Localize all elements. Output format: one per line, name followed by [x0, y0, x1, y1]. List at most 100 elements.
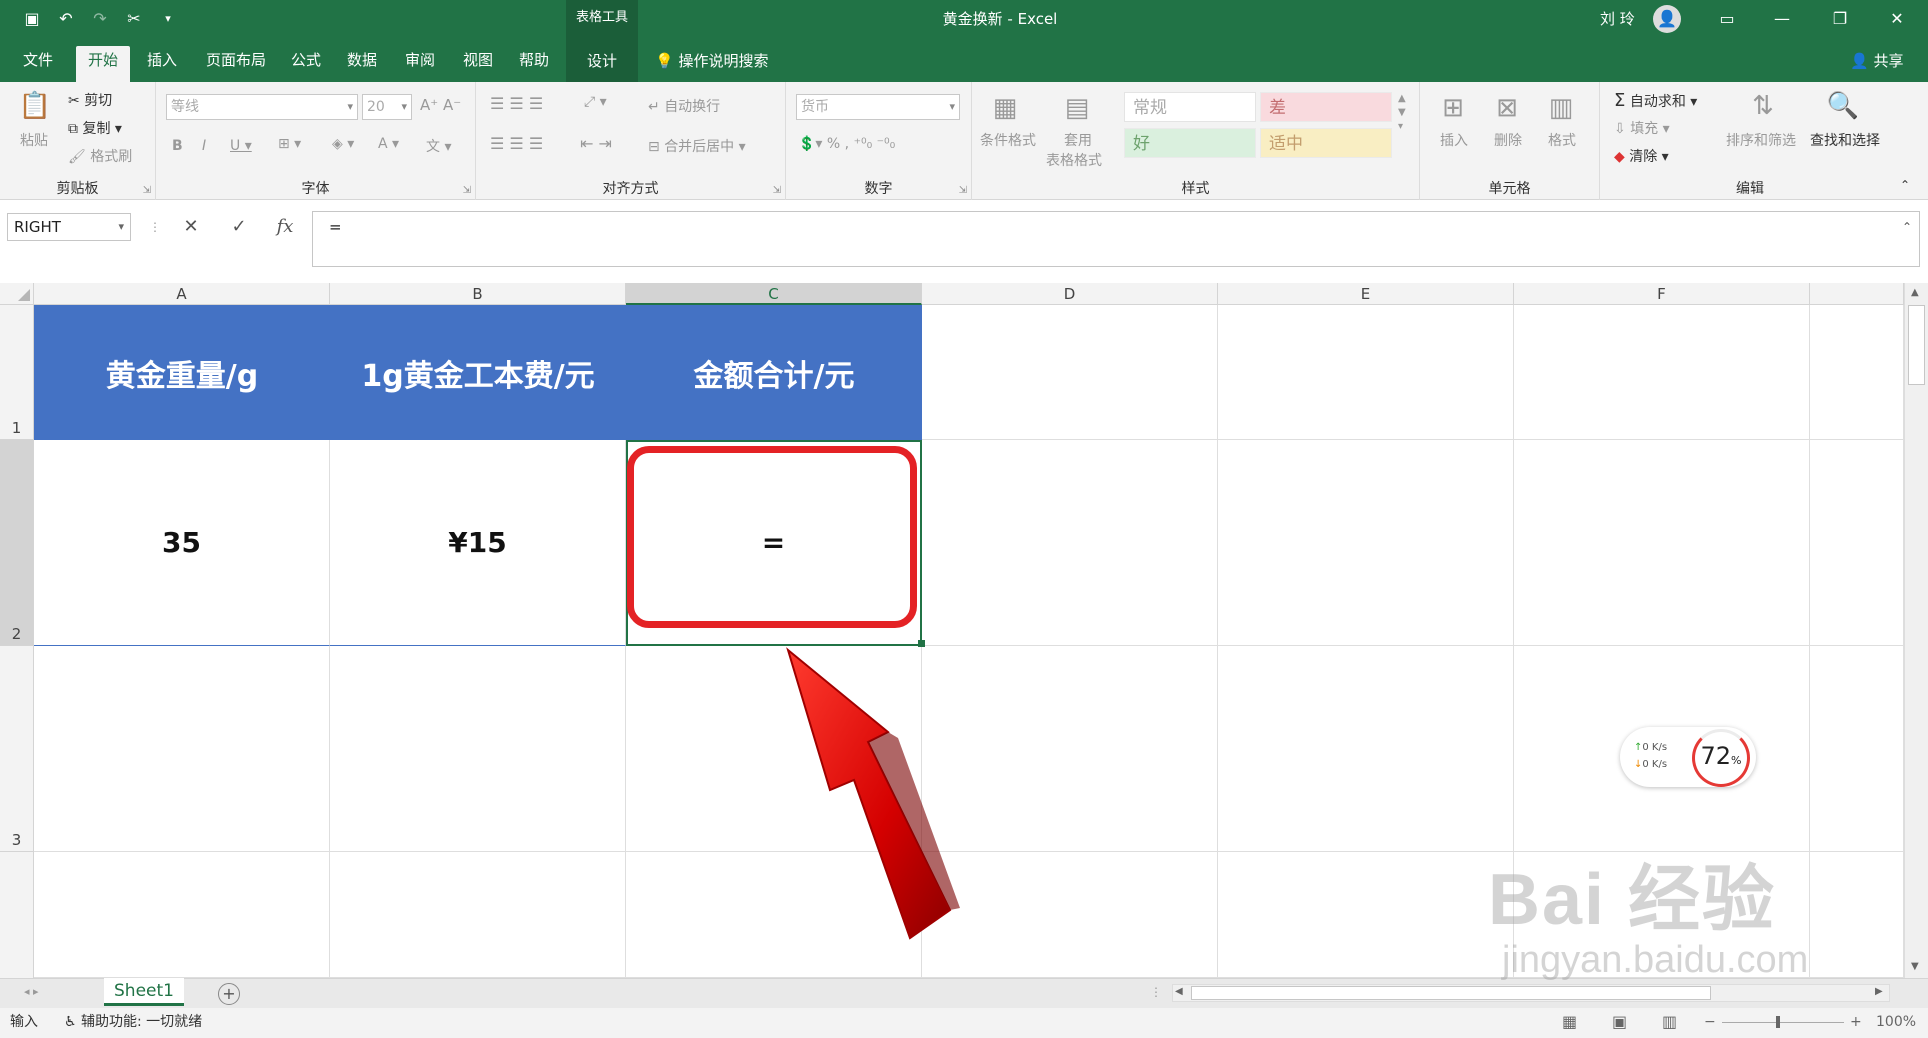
add-sheet-icon[interactable]: + [218, 983, 240, 1005]
scroll-down-icon[interactable]: ▼ [1911, 961, 1919, 972]
wrap-text-button[interactable]: ↵ 自动换行 [648, 96, 720, 116]
cut-button[interactable]: ✂ 剪切 [68, 90, 112, 110]
orientation-icon[interactable]: ⤢ ▾ [584, 94, 607, 110]
zoom-in-icon[interactable]: + [1850, 1008, 1862, 1036]
ribbon-display-icon[interactable]: ▭ [1702, 0, 1752, 38]
cell-a1[interactable]: 黄金重量/g [34, 305, 330, 440]
row-header-1[interactable]: 1 [0, 305, 34, 440]
cell-a4[interactable] [34, 852, 330, 978]
accessibility-status[interactable]: ♿ 辅助功能: 一切就绪 [64, 1008, 202, 1036]
find-select-icon[interactable]: 🔍 [1824, 88, 1862, 124]
expand-formula-icon[interactable]: ⌃ [1892, 213, 1922, 241]
insert-cells-label[interactable]: 插入 [1440, 130, 1468, 150]
zoom-out-icon[interactable]: − [1704, 1008, 1716, 1036]
cell-b4[interactable] [330, 852, 626, 978]
avatar[interactable]: 👤 [1653, 5, 1681, 33]
column-header-f[interactable]: F [1514, 283, 1810, 305]
format-cells-icon[interactable]: ▥ [1542, 90, 1580, 126]
indent-icon[interactable]: ⇤ ⇥ [580, 134, 612, 153]
format-as-table-label-2[interactable]: 表格格式 [1046, 150, 1102, 170]
copy-button[interactable]: ⧉ 复制 ▾ [68, 118, 122, 138]
styles-scroll-icon[interactable]: ▲ ▼ ▾ [1398, 92, 1406, 134]
tab-insert[interactable]: 插入 [138, 46, 186, 82]
tab-view[interactable]: 视图 [454, 46, 502, 82]
column-header-a[interactable]: A [34, 283, 330, 305]
scroll-up-icon[interactable]: ▲ [1911, 287, 1919, 298]
restore-icon[interactable]: ❐ [1815, 0, 1865, 38]
tab-help[interactable]: 帮助 [510, 46, 558, 82]
scroll-right-icon[interactable]: ▶ [1875, 986, 1883, 997]
delete-cells-icon[interactable]: ⊠ [1488, 90, 1526, 126]
row-header-4[interactable] [0, 852, 34, 978]
tab-home[interactable]: 开始 [76, 46, 130, 82]
page-layout-view-icon[interactable]: ▣ [1612, 1008, 1627, 1036]
phonetic-icon[interactable]: 文 ▾ [426, 136, 451, 156]
font-name-dropdown[interactable]: 等线 [166, 94, 358, 120]
column-header-d[interactable]: D [922, 283, 1218, 305]
redo-icon[interactable]: ↷ [88, 6, 112, 30]
find-select-label[interactable]: 查找和选择 [1810, 130, 1880, 150]
paste-label[interactable]: 粘贴 [20, 130, 48, 150]
cell-d3[interactable] [922, 646, 1218, 852]
cell-f2[interactable] [1514, 440, 1810, 646]
insert-cells-icon[interactable]: ⊞ [1434, 90, 1472, 126]
column-header-e[interactable]: E [1218, 283, 1514, 305]
cell-d1[interactable] [922, 305, 1218, 440]
cell-g2[interactable] [1810, 440, 1904, 646]
scroll-left-icon[interactable]: ◀ [1175, 986, 1183, 997]
sort-filter-icon[interactable]: ⇅ [1744, 88, 1782, 124]
conditional-format-icon[interactable]: ▦ [986, 90, 1024, 126]
user-name[interactable]: 刘 玲 [1600, 0, 1635, 38]
cut-icon[interactable]: ✂ [122, 6, 146, 30]
sheet-nav-icon[interactable]: ◂ ▸ [24, 985, 39, 998]
merge-center-button[interactable]: ⊟ 合并后居中 ▾ [648, 136, 746, 156]
borders-icon[interactable]: ⊞ ▾ [278, 136, 301, 152]
cell-e1[interactable] [1218, 305, 1514, 440]
cancel-icon[interactable]: ✕ [176, 213, 206, 241]
close-icon[interactable]: ✕ [1872, 0, 1922, 38]
vertical-scroll-thumb[interactable] [1908, 305, 1925, 385]
insert-function-icon[interactable]: fx [270, 213, 300, 241]
left-align-icon[interactable]: ☰ ☰ ☰ [490, 134, 543, 153]
horizontal-scroll-thumb[interactable] [1191, 986, 1711, 1000]
zoom-level[interactable]: 100% [1876, 1008, 1916, 1036]
enter-icon[interactable]: ✓ [224, 213, 254, 241]
format-cells-label[interactable]: 格式 [1548, 130, 1576, 150]
bold-icon[interactable]: B [172, 138, 183, 154]
row-header-3[interactable]: 3 [0, 646, 34, 852]
share-button[interactable]: 👤 共享 [1850, 38, 1903, 84]
cell-g3[interactable] [1810, 646, 1904, 852]
format-as-table-label-1[interactable]: 套用 [1064, 130, 1092, 150]
alignment-launcher-icon[interactable]: ⇲ [773, 185, 781, 196]
tab-formulas[interactable]: 公式 [282, 46, 330, 82]
page-break-view-icon[interactable]: ▥ [1662, 1008, 1677, 1036]
autosum-button[interactable]: Σ 自动求和 ▾ [1614, 90, 1697, 111]
save-icon[interactable]: ▣ [20, 6, 44, 30]
underline-icon[interactable]: U ▾ [230, 138, 252, 154]
font-size-dropdown[interactable]: 20 [362, 94, 412, 120]
zoom-slider-thumb[interactable] [1776, 1016, 1780, 1028]
font-color-icon[interactable]: A ▾ [378, 136, 399, 152]
tab-data[interactable]: 数据 [338, 46, 386, 82]
sheet-tab-sheet1[interactable]: Sheet1 [104, 978, 184, 1006]
cell-e4[interactable] [1218, 852, 1514, 978]
cell-g4[interactable] [1810, 852, 1904, 978]
accounting-percent-comma-icon[interactable]: 💲▾ % , ⁺⁰₀ ⁻⁰₀ [798, 136, 895, 152]
customize-qat-icon[interactable]: ▾ [156, 6, 180, 30]
tell-me-search[interactable]: 💡 操作说明搜索 [655, 38, 768, 84]
minimize-icon[interactable]: — [1757, 0, 1807, 38]
style-neutral[interactable]: 适中 [1260, 128, 1392, 158]
cell-c1[interactable]: 金额合计/元 [626, 305, 922, 440]
formula-input[interactable]: = [312, 211, 1920, 267]
name-box[interactable]: RIGHT [7, 213, 131, 241]
cell-b1[interactable]: 1g黄金工本费/元 [330, 305, 626, 440]
tab-page-layout[interactable]: 页面布局 [196, 46, 276, 82]
style-normal[interactable]: 常规 [1124, 92, 1256, 122]
format-as-table-icon[interactable]: ▤ [1058, 90, 1096, 126]
cell-a3[interactable] [34, 646, 330, 852]
number-launcher-icon[interactable]: ⇲ [959, 185, 967, 196]
cell-d2[interactable] [922, 440, 1218, 646]
format-painter-button[interactable]: 🖌 格式刷 [68, 146, 132, 166]
cell-d4[interactable] [922, 852, 1218, 978]
paste-icon[interactable]: 📋 [16, 88, 54, 124]
